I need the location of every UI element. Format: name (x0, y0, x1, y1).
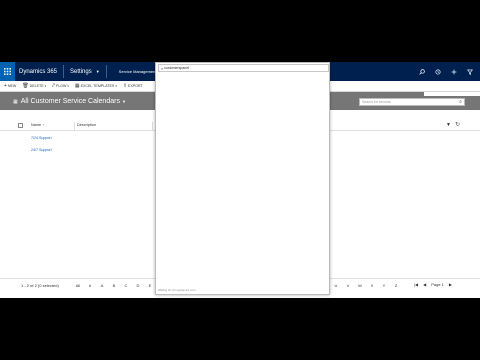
alpha-filter-item[interactable]: Y (378, 283, 390, 288)
flow-icon: ⤤ (52, 83, 55, 89)
delete-button[interactable]: 🗑 DELETE ▾ (22, 83, 46, 89)
alpha-filter-item[interactable]: X (366, 283, 378, 288)
page-number: Page 1 (431, 282, 444, 287)
search-button[interactable] (414, 62, 430, 81)
excel-templates-button[interactable]: ▦ EXCEL TEMPLATES ▾ (75, 83, 117, 89)
chevron-down-icon: ▼ (121, 99, 126, 104)
trash-icon: 🗑 (22, 83, 29, 89)
alpha-filter-item[interactable]: # (84, 283, 96, 288)
lookup-popup: ⌕ customerspanel Waiting for crm.dynamic… (155, 62, 330, 295)
record-link[interactable]: 24/7 Support (31, 148, 52, 152)
chevron-down-icon: ▾ (115, 84, 117, 88)
recent-button[interactable] (430, 62, 446, 81)
column-header-name[interactable]: Name ↑ (31, 123, 44, 127)
first-page-icon[interactable]: |◀ (414, 282, 418, 287)
filter-icon[interactable]: ▼ (446, 122, 451, 128)
chevron-down-icon: ▼ (95, 69, 100, 74)
filter-icon (467, 69, 473, 75)
alpha-filter-item[interactable]: Z (390, 283, 402, 288)
command-label: EXPORT (128, 84, 143, 88)
nav-divider (63, 65, 65, 78)
view-selector[interactable]: ▦ All Customer Service Calendars ▼ (13, 98, 126, 105)
search-icon: ⌕ (161, 65, 164, 71)
export-icon: ⇪ (122, 83, 128, 89)
alpha-filter-left: All # A B C D E (72, 283, 156, 288)
plus-icon: + (4, 83, 7, 89)
record-link[interactable]: 7/24 Support (31, 136, 52, 140)
alpha-filter-item[interactable]: All (72, 283, 84, 288)
plus-icon (451, 69, 457, 74)
next-page-icon[interactable]: ▶ (449, 282, 452, 287)
alpha-filter-item[interactable]: D (132, 283, 144, 288)
excel-icon: ▦ (74, 83, 80, 89)
sort-ascending-icon: ↑ (42, 123, 45, 127)
lookup-search-input[interactable]: ⌕ customerspanel (158, 64, 329, 72)
record-count-status: 1 - 2 of 2 (0 selected) (21, 283, 59, 288)
waffle-icon (4, 68, 11, 75)
alpha-filter-item[interactable]: B (108, 283, 120, 288)
flow-button[interactable]: ⤤ FLOW ▾ (52, 83, 69, 89)
command-label: FLOW (56, 84, 67, 88)
alpha-filter-item[interactable]: U (330, 283, 342, 288)
export-button[interactable]: ⇪ EXPORT (123, 83, 143, 89)
command-label: DELETE (29, 84, 44, 88)
view-title: All Customer Service Calendars (20, 98, 120, 105)
view-grid-icon: ▦ (13, 98, 18, 105)
previous-page-icon[interactable]: ◀ (423, 282, 426, 287)
history-icon (435, 69, 441, 74)
area-selector[interactable]: Settings ▼ (70, 69, 100, 75)
alpha-filter-item[interactable]: C (120, 283, 132, 288)
advanced-find-button[interactable] (462, 62, 478, 81)
alpha-filter-item[interactable]: A (96, 283, 108, 288)
column-divider[interactable] (152, 122, 153, 130)
alpha-filter-right: U V W X Y Z (330, 283, 402, 288)
loading-status: Waiting for crm.dynamics.com... (158, 288, 198, 292)
app-title[interactable]: Dynamics 365 (19, 69, 57, 75)
command-label: EXCEL TEMPLATES (80, 84, 115, 88)
area-label: Settings (70, 68, 92, 75)
alpha-filter-item[interactable]: V (342, 283, 354, 288)
search-placeholder: Search for records (362, 100, 391, 104)
chevron-down-icon: ▾ (44, 84, 47, 88)
app-launcher-button[interactable] (0, 62, 15, 81)
quick-create-button[interactable] (446, 62, 462, 81)
search-icon[interactable]: ⌕ (459, 99, 462, 105)
nav-divider (105, 65, 107, 78)
search-icon (419, 68, 425, 75)
pager: |◀ ◀ Page 1 ▶ (414, 282, 457, 287)
alpha-filter-item[interactable]: W (354, 283, 366, 288)
new-button[interactable]: + NEW (4, 83, 16, 89)
column-header-description[interactable]: Description (77, 123, 96, 127)
refresh-icon[interactable]: ↻ (455, 121, 460, 128)
chevron-down-icon: ▾ (67, 84, 69, 88)
column-label: Name (31, 123, 42, 127)
column-divider[interactable] (74, 122, 75, 130)
subarea-label[interactable]: Service Management (119, 69, 157, 74)
lookup-query: customerspanel (164, 66, 189, 70)
search-input[interactable]: Search for records ⌕ (359, 98, 465, 106)
select-all-checkbox[interactable] (18, 123, 23, 128)
command-label: NEW (7, 84, 17, 88)
navbar-icons (414, 62, 478, 81)
